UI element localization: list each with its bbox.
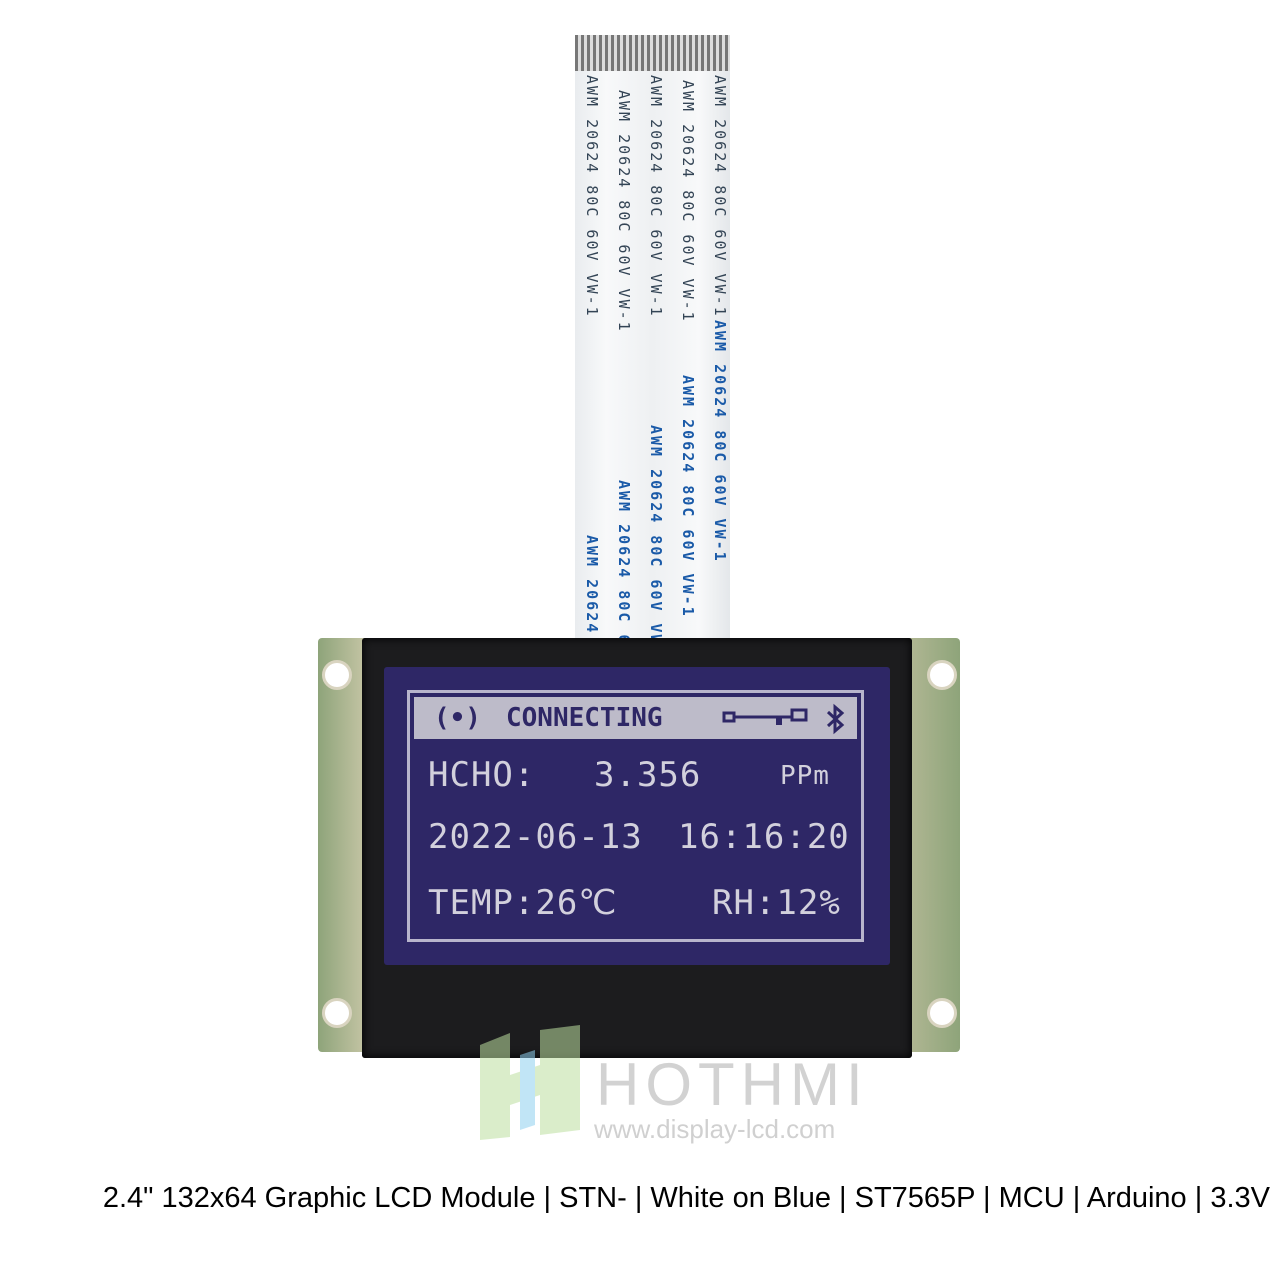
cable-marking: AWM 20624 80C 60V VW-1 [677,375,697,640]
cable-marking-text: AWM 20624 80C 60V VW-1 [615,90,633,333]
connection-link-icon [722,708,808,725]
status-bar: (•) CONNECTING [414,697,857,739]
cable-marking: AWM 20624 80C 60V VW-1 [709,320,729,640]
cable-marking-text: AWM 20624 80C 60V VW-1 [583,75,601,318]
watermark-url: www.display-lcd.com [594,1114,836,1144]
mounting-hole [927,660,957,690]
time: 16:16:20 [678,817,850,857]
cable-marking-text: AWM 20624 80C 60V VW-1 [615,480,633,640]
cable-marking-text: AWM 20624 80C 60V VW-1 [647,75,665,318]
temperature: TEMP:26℃ [428,883,618,923]
date: 2022-06-13 [428,817,643,857]
lcd-screen: (•) CONNECTING HCHO: 3.356 PPm 2022-06-1… [384,667,890,965]
mounting-hole [322,660,352,690]
mounting-hole [322,998,352,1028]
hcho-value: 3.356 [594,755,702,795]
cable-marking-text: AWM 20624 80C 60V VW-1 [679,80,697,323]
watermark-brand: HOTHMI [596,1051,869,1118]
cable-marking-text: AWM 20624 80C 60V VW-1 [583,535,601,640]
ffc-cable: AWM 20624 80C 60V VW-1 AWM 20624 80C 60V… [575,35,730,640]
cable-marking: AWM 20624 80C 60V VW-1 [613,480,633,640]
cable-marking-text: AWM 20624 80C 60V VW-1 [679,375,697,618]
cable-marking: AWM 20624 80C 60V VW-1 [645,425,665,640]
cable-contacts [575,35,730,71]
status-text: CONNECTING [506,703,663,733]
mounting-hole [927,998,957,1028]
humidity: RH:12% [712,883,841,923]
bluetooth-icon [826,703,845,735]
lcd-frame: (•) CONNECTING HCHO: 3.356 PPm 2022-06-1… [407,690,864,942]
cable-marking-text: AWM 20624 80C 60V VW-1 [711,75,729,318]
hcho-label: HCHO: [428,755,536,795]
hcho-unit: PPm [780,761,830,791]
product-caption: 2.4" 132x64 Graphic LCD Module | STN- | … [102,1182,1270,1214]
signal-icon: (•) [434,703,481,733]
cable-marking-text: AWM 20624 80C 60V VW-1 [711,320,729,563]
cable-marking: AWM 20624 80C 60V VW-1 [581,535,601,640]
cable-marking-text: AWM 20624 80C 60V VW-1 [647,425,665,640]
hothmi-logo-icon [480,1025,580,1140]
